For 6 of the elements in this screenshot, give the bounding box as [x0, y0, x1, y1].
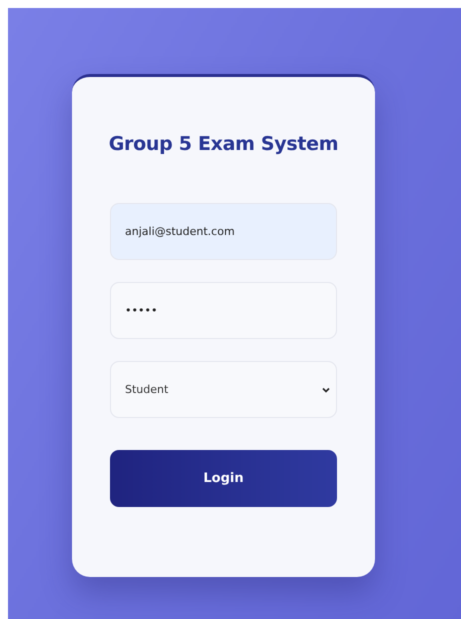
email-field[interactable]: anjali@student.com [110, 203, 337, 260]
login-button[interactable]: Login [110, 450, 337, 507]
password-field[interactable]: ••••• [110, 282, 337, 339]
card-title: Group 5 Exam System [108, 133, 338, 155]
role-dropdown[interactable]: Student [110, 361, 337, 418]
chevron-down-icon [322, 386, 330, 392]
